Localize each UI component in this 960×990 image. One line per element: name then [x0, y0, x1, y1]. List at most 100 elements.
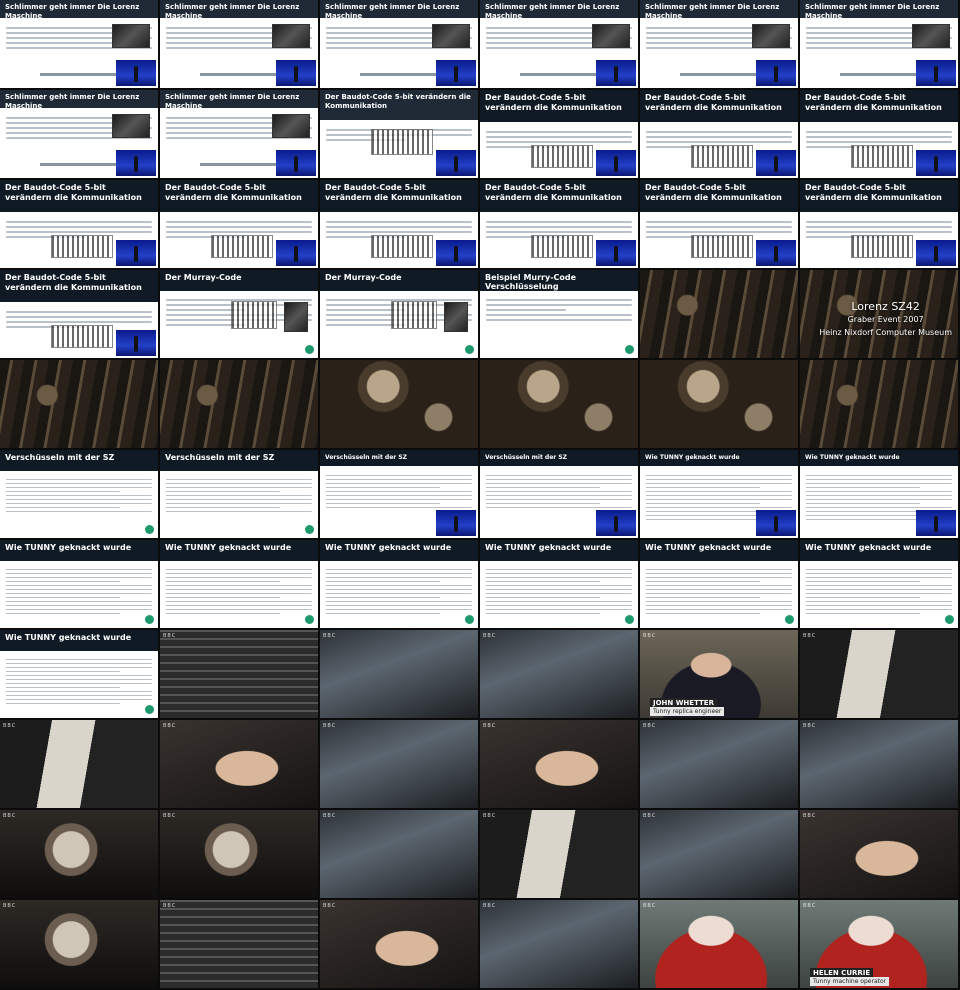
thumbnail-tile: BBC: [0, 810, 158, 898]
text-line: [646, 487, 760, 488]
text-line: [646, 141, 792, 143]
text-line: [6, 667, 152, 668]
text-line: [806, 136, 952, 138]
portrait: [284, 302, 308, 332]
speaker-inset: [756, 510, 796, 536]
slide-title-bar: Wie TUNNY geknackt wurde: [0, 540, 158, 561]
text-line: [6, 499, 152, 500]
text-line: [646, 491, 792, 492]
text-line: [166, 605, 312, 606]
text-line: [6, 495, 152, 496]
text-line: [806, 609, 952, 610]
slide-title-bar: Schlimmer geht immer Die Lorenz Maschine: [160, 90, 318, 108]
text-line: [166, 503, 312, 504]
text-line: [326, 32, 440, 34]
speaker-inset: [596, 150, 636, 176]
speaker-inset: [596, 510, 636, 536]
text-line: [646, 131, 792, 133]
code-table: [690, 234, 753, 258]
text-line: [486, 597, 600, 598]
text-line: [166, 491, 280, 492]
speaker-inset: [436, 240, 476, 266]
text-line: [326, 589, 472, 590]
text-line: [646, 519, 760, 520]
text-line: [646, 605, 792, 606]
thumbnail-tile: Der Baudot-Code 5-bit verändern die Komm…: [320, 180, 478, 268]
slide-photo: [752, 24, 790, 48]
text-line: [326, 231, 472, 233]
text-line: [486, 573, 632, 574]
video-caption: Lorenz SZ42 Graber Event 2007 Heinz Nixdor…: [819, 300, 952, 339]
slide-title-bar: Verschüsseln mit der SZ: [320, 450, 478, 466]
code-table: [370, 128, 433, 156]
speaker-inset: [756, 240, 796, 266]
code-table: [231, 300, 278, 330]
text-line: [6, 132, 120, 134]
speaker-inset: [916, 240, 956, 266]
thumbnail-tile: BBC: [0, 720, 158, 808]
speaker-inset: [116, 60, 156, 86]
slide-photo: [112, 24, 150, 48]
slide-photo: [912, 24, 950, 48]
text-line: [166, 499, 312, 500]
text-line: [646, 226, 792, 228]
slide-title-bar: Wie TUNNY geknackt wurde: [800, 450, 958, 466]
text-line: [326, 613, 440, 614]
slide-title-bar: Schlimmer geht immer Die Lorenz Maschine: [480, 0, 638, 18]
thumbnail-tile: Der Baudot-Code 5-bit verändern die Komm…: [480, 90, 638, 178]
text-line: [646, 42, 760, 44]
thumbnail-tile: Schlimmer geht immer Die Lorenz Maschine: [160, 90, 318, 178]
text-line: [166, 511, 312, 512]
text-line: [646, 503, 760, 504]
speaker-inset: [116, 240, 156, 266]
thumbnail-tile: Wie TUNNY geknackt wurde: [800, 540, 958, 628]
text-line: [6, 679, 152, 680]
bbc-logo: BBC: [323, 633, 337, 639]
text-line: [166, 42, 280, 44]
text-line: [166, 507, 280, 508]
slide-title-bar: Wie TUNNY geknackt wurde: [160, 540, 318, 561]
text-line: [326, 495, 472, 496]
text-line: [166, 132, 280, 134]
text-line: [166, 609, 312, 610]
thumbnail-tile: Der Baudot-Code 5-bit verändern die Komm…: [800, 90, 958, 178]
footer-line: [680, 73, 758, 76]
text-line: [646, 569, 792, 570]
slide-title-bar: Schlimmer geht immer Die Lorenz Maschine: [640, 0, 798, 18]
slide-title-bar: Schlimmer geht immer Die Lorenz Maschine: [0, 90, 158, 108]
bbc-logo: BBC: [163, 723, 177, 729]
thumbnail-tile: Der Baudot-Code 5-bit verändern die Komm…: [480, 180, 638, 268]
code-table: [50, 234, 113, 258]
slide-title-bar: Der Murray-Code: [160, 270, 318, 291]
slide-title-bar: Der Baudot-Code 5-bit verändern die Komm…: [800, 90, 958, 122]
text-line: [806, 487, 920, 488]
thumbnail-tile: BBC: [480, 810, 638, 898]
thumbnail-tile: [160, 360, 318, 448]
text-line: [806, 131, 952, 133]
text-line: [6, 589, 152, 590]
text-line: [806, 499, 952, 500]
bbc-logo: BBC: [803, 903, 817, 909]
code-table: [530, 144, 593, 168]
text-line: [806, 597, 920, 598]
thumbnail-tile: Lorenz SZ42 Graber Event 2007 Heinz Nixdor…: [800, 270, 958, 358]
text-line: [486, 499, 632, 500]
text-line: [6, 507, 120, 508]
lower-third-role: Tunny machine operator: [810, 977, 890, 986]
thumbnail-tile: BBC: [640, 900, 798, 988]
text-line: [166, 593, 312, 594]
text-line: [166, 577, 312, 578]
speaker-inset: [436, 60, 476, 86]
thumbnail-tile: BBC: [160, 720, 318, 808]
text-line: [166, 613, 280, 614]
thumbnail-tile: BBC: [800, 630, 958, 718]
slide-title-bar: Wie TUNNY geknackt wurde: [0, 630, 158, 651]
thumbnail-tile: BBC: [160, 630, 318, 718]
thumbnail-tile: Wie TUNNY geknackt wurde: [0, 630, 158, 718]
text-line: [486, 613, 600, 614]
speaker-inset: [916, 510, 956, 536]
text-line: [326, 507, 472, 508]
slide-title-bar: Der Baudot-Code 5-bit verändern die Komm…: [480, 90, 638, 122]
thumbnail-tile: BBC: [800, 810, 958, 898]
text-line: [166, 573, 312, 574]
